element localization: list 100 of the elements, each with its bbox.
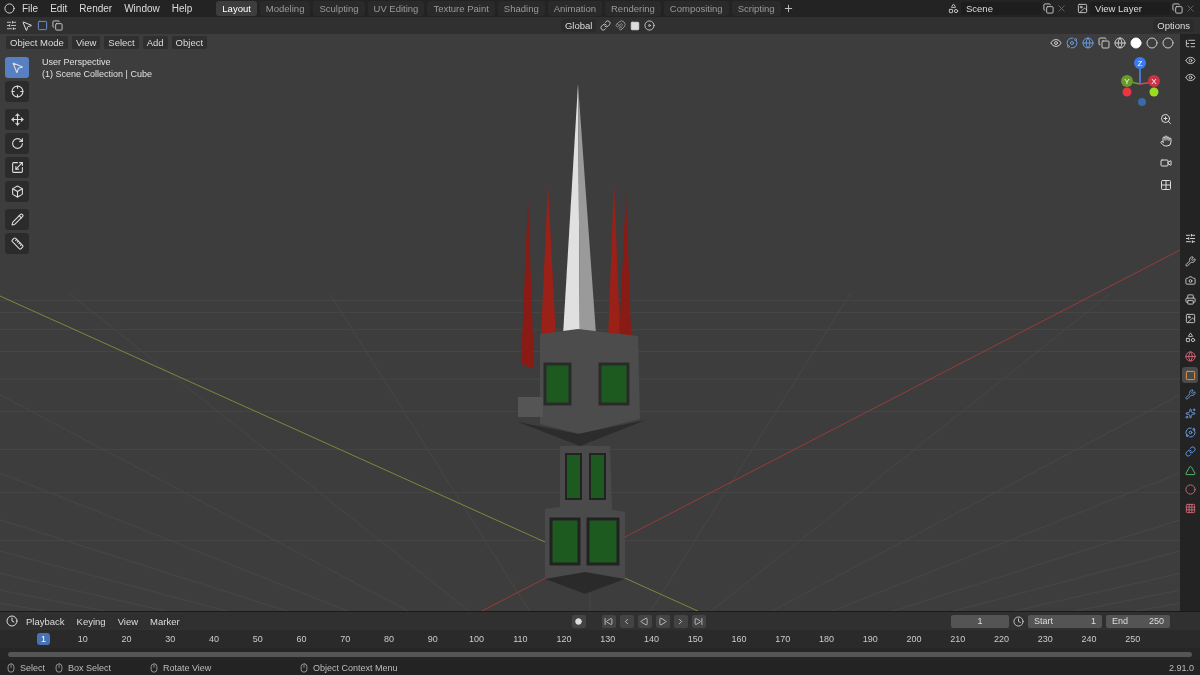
start-frame-field[interactable]: Start 1 — [1028, 614, 1102, 628]
output-properties-tab[interactable] — [1182, 291, 1198, 307]
play-button[interactable] — [655, 614, 670, 628]
mouse-icon — [149, 662, 159, 673]
proportional-edit-icon[interactable] — [644, 20, 656, 31]
prev-keyframe-button[interactable] — [619, 614, 634, 628]
properties-icon[interactable] — [1184, 233, 1196, 244]
frame-number: 30 — [164, 634, 177, 644]
workspace-tab[interactable]: UV Editing — [367, 1, 425, 16]
scene-field[interactable]: Scene — [961, 2, 1041, 15]
annotate-tool-button[interactable] — [5, 209, 29, 230]
options-dropdown[interactable]: Options — [1153, 19, 1194, 32]
menu-item[interactable]: Render — [74, 3, 118, 14]
cursor-tool-button[interactable] — [5, 81, 29, 102]
workspace-tab[interactable]: Layout — [216, 1, 257, 16]
transform-tool-button[interactable] — [5, 181, 29, 202]
add-icon[interactable] — [782, 3, 794, 14]
overlay-icon[interactable] — [1082, 36, 1094, 49]
current-frame-field[interactable]: 1 — [951, 614, 1009, 628]
workspace-tab[interactable]: Shading — [497, 1, 545, 16]
orientation-dropdown[interactable]: Global — [560, 19, 597, 32]
modifiers-properties-tab[interactable] — [1182, 386, 1198, 402]
play-reverse-icon — [640, 616, 650, 626]
record-button[interactable] — [571, 614, 586, 628]
menu-item[interactable]: View — [71, 36, 101, 49]
jump-start-button[interactable] — [601, 614, 616, 628]
texture-icon — [1184, 502, 1196, 514]
copy-icon[interactable] — [1043, 3, 1054, 14]
eye-icon[interactable] — [1184, 72, 1196, 83]
material-shading-icon[interactable] — [1146, 36, 1158, 49]
material-properties-tab[interactable] — [1182, 481, 1198, 497]
world-icon — [1184, 350, 1196, 362]
particles-properties-tab[interactable] — [1182, 405, 1198, 421]
measure-tool-button[interactable] — [5, 233, 29, 254]
frame-number: 50 — [251, 634, 264, 644]
frame-number: 110 — [512, 634, 529, 644]
view-layer-icon — [1184, 312, 1196, 324]
frame-number: 250 — [1124, 634, 1142, 644]
outliner-icon[interactable] — [1184, 38, 1196, 49]
next-keyframe-button[interactable] — [673, 614, 688, 628]
solid-shading-icon[interactable] — [1130, 36, 1142, 49]
workspace-tab[interactable]: Animation — [547, 1, 602, 16]
snap-icon[interactable] — [615, 20, 627, 31]
crosshair-icon — [10, 85, 24, 98]
physics-properties-tab[interactable] — [1182, 424, 1198, 440]
select-mode-icon[interactable] — [52, 20, 63, 31]
frame-number: 230 — [1036, 634, 1054, 644]
frame-number: 180 — [818, 634, 836, 644]
eye-icon[interactable] — [1184, 55, 1196, 66]
view-layer-field[interactable]: View Layer — [1090, 2, 1170, 15]
workspace-tab[interactable]: Scripting — [731, 1, 781, 16]
scale-tool-button[interactable] — [5, 157, 29, 178]
copy-icon[interactable] — [1172, 3, 1183, 14]
frame-number: 170 — [774, 634, 792, 644]
menu-item[interactable]: Object — [171, 36, 208, 49]
workspace-tab[interactable]: Texture Paint — [427, 1, 495, 16]
frame-number: 200 — [905, 634, 923, 644]
editor-type-icon[interactable] — [6, 20, 17, 31]
frame-number: 220 — [993, 634, 1011, 644]
visibility-icon[interactable] — [1050, 36, 1062, 49]
select-tool-button[interactable] — [5, 57, 29, 78]
gizmo-icon[interactable] — [1066, 36, 1078, 49]
jump-end-button[interactable] — [691, 614, 706, 628]
workspace-tab[interactable]: Sculpting — [313, 1, 365, 16]
rendered-shading-icon[interactable] — [1162, 36, 1174, 49]
dot-icon — [575, 617, 583, 625]
frame-number: 130 — [599, 634, 617, 644]
move-tool-button[interactable] — [5, 109, 29, 130]
tool-properties-tab[interactable] — [1182, 253, 1198, 269]
frame-number: 20 — [120, 634, 133, 644]
menu-item[interactable]: Add — [142, 36, 168, 49]
wireframe-shading-icon[interactable] — [1114, 36, 1126, 49]
menu-item[interactable]: Window — [119, 3, 165, 14]
workspace-tab[interactable]: Compositing — [663, 1, 729, 16]
view-name: User Perspective — [42, 57, 112, 67]
end-frame-field[interactable]: End 250 — [1106, 614, 1170, 628]
menu-item[interactable]: File — [17, 3, 44, 14]
view-layer-icon[interactable] — [1077, 3, 1088, 14]
snap-target-icon[interactable] — [630, 20, 641, 31]
constraints-properties-tab[interactable] — [1182, 443, 1198, 459]
select-mode-icon[interactable] — [37, 20, 48, 31]
select-tool-icon[interactable] — [21, 19, 33, 32]
menu-item[interactable]: Edit — [45, 3, 73, 14]
mouse-icon — [6, 662, 16, 673]
mode-dropdown[interactable]: Object Mode — [6, 36, 68, 49]
editor-type-icon[interactable] — [6, 615, 18, 627]
scene-icon[interactable] — [948, 3, 959, 14]
rotate-tool-button[interactable] — [5, 133, 29, 154]
stopwatch-icon[interactable] — [1013, 615, 1024, 627]
workspace-tab[interactable]: Rendering — [605, 1, 661, 16]
world-properties-tab[interactable] — [1182, 348, 1198, 364]
pencil-icon — [10, 213, 24, 226]
play-reverse-button[interactable] — [637, 614, 652, 628]
object-properties-tab[interactable] — [1182, 367, 1198, 383]
menu-item[interactable]: Select — [104, 36, 139, 49]
axis-gizmo-drawing[interactable]: Z Y X — [1118, 56, 1166, 108]
menu-item[interactable]: Help — [166, 3, 198, 14]
collection-info: (1) Scene Collection | Cube — [42, 69, 152, 79]
playhead[interactable]: 1 — [37, 633, 50, 645]
workspace-tab[interactable]: Modeling — [259, 1, 311, 16]
